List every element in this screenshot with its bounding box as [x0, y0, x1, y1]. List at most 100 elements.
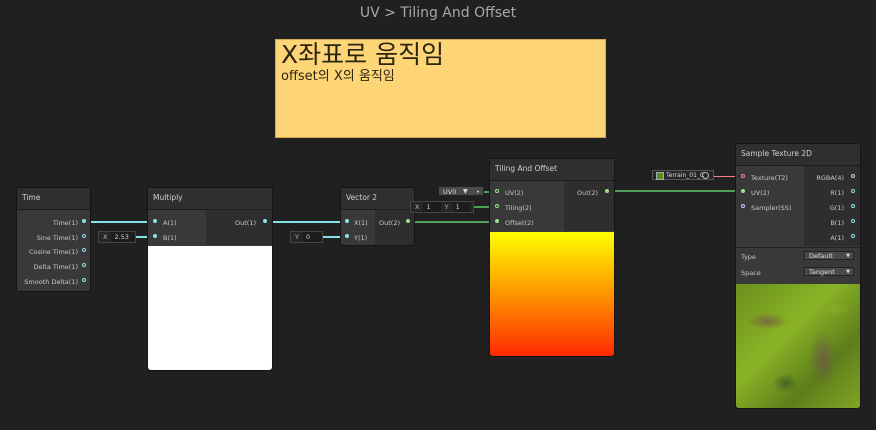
sticky-note[interactable]: X좌표로 움직임 offset의 X의 움직임 — [275, 39, 606, 138]
port-dot[interactable] — [851, 174, 855, 178]
wire-tiling-to-sample — [608, 190, 736, 192]
field-value[interactable]: 0 — [302, 232, 323, 242]
field-label: Y — [444, 203, 449, 211]
output-section — [375, 210, 414, 245]
port-dot[interactable] — [851, 234, 855, 238]
time-output-label: Sine Time(1) — [36, 234, 78, 242]
port-dot[interactable] — [153, 234, 157, 238]
port-dot[interactable] — [851, 204, 855, 208]
space-dropdown[interactable]: Tangent ▼ — [804, 267, 854, 276]
port-dot[interactable] — [851, 219, 855, 223]
port-dot[interactable] — [82, 278, 86, 282]
wire-time-to-multiply — [86, 221, 148, 223]
wire-tiling-field — [474, 206, 490, 208]
dropdown-value: Tangent — [809, 268, 835, 276]
target-icon[interactable] — [702, 172, 709, 179]
time-output-label: Cosine Time(1) — [28, 248, 78, 256]
multiply-node[interactable]: Multiply A(1) B(1) Out(1) — [148, 188, 272, 370]
dot-icon: • — [476, 188, 480, 196]
port-dot[interactable] — [153, 219, 157, 223]
field-label: X — [415, 203, 420, 211]
preview-image — [148, 246, 272, 370]
time-node[interactable]: Time Time(1) Sine Time(1) Cosine Time(1)… — [17, 188, 90, 291]
space-label: Space — [741, 269, 761, 277]
port-dot[interactable] — [345, 219, 349, 223]
tiling-and-offset-node[interactable]: Tiling And Offset UV(2) Tiling(2) Offset… — [490, 159, 614, 356]
wire-multiply-to-vector2 — [266, 221, 341, 223]
tiling-input-uv: UV(2) — [505, 189, 524, 197]
node-title[interactable]: Multiply — [148, 188, 272, 210]
port-dot[interactable] — [345, 234, 349, 238]
tiling-input-offset: Offset(2) — [505, 219, 534, 227]
field-value[interactable]: 2.53 — [111, 232, 135, 242]
multiply-input-b: B(1) — [163, 234, 177, 242]
sample-input-texture: Texture(T2) — [751, 174, 788, 182]
type-label: Type — [741, 253, 756, 261]
node-title[interactable]: Tiling And Offset — [490, 159, 614, 181]
port-dot[interactable] — [495, 219, 499, 223]
field-label: Y — [295, 233, 299, 241]
port-dot[interactable] — [495, 189, 499, 193]
chevron-down-icon: ▼ — [463, 188, 468, 195]
port-dot[interactable] — [495, 204, 499, 208]
sample-output-a: A(1) — [830, 234, 844, 242]
port-dot[interactable] — [741, 189, 745, 193]
field-value[interactable]: 1 — [423, 202, 441, 212]
wire-texture-field — [714, 176, 736, 177]
sample-input-sampler: Sampler(SS) — [751, 204, 792, 212]
time-output-label: Smooth Delta(1) — [24, 278, 78, 286]
vector2-input-y: Y(1) — [354, 234, 368, 242]
preview-image — [490, 232, 614, 356]
time-output-label: Time(1) — [52, 219, 78, 227]
node-title[interactable]: Sample Texture 2D — [736, 144, 860, 166]
tiling-input-tiling: Tiling(2) — [505, 204, 532, 212]
port-dot[interactable] — [406, 219, 410, 223]
sample-texture-2d-node[interactable]: Sample Texture 2D Texture(T2) UV(2) Samp… — [736, 144, 860, 408]
port-dot[interactable] — [741, 204, 745, 208]
sample-output-rgba: RGBA(4) — [816, 174, 844, 182]
wire-vector2-to-offset — [408, 221, 490, 223]
node-title[interactable]: Time — [17, 188, 90, 210]
vector2-y-field[interactable]: Y0 — [290, 231, 324, 243]
sample-input-uv: UV(2) — [751, 189, 770, 197]
sticky-note-title[interactable]: X좌표로 움직임 — [281, 40, 600, 70]
field-value[interactable]: 1 — [452, 202, 470, 212]
multiply-input-a: A(1) — [163, 219, 177, 227]
uv-channel-dropdown[interactable]: UV0 ▼ • — [438, 186, 484, 196]
preview-image — [736, 284, 860, 408]
vector2-node[interactable]: Vector 2 X(1) Y(1) Out(2) — [341, 188, 414, 245]
chevron-down-icon: ▼ — [846, 269, 850, 275]
node-title[interactable]: Vector 2 — [341, 188, 414, 210]
sample-output-b: B(1) — [830, 219, 844, 227]
vector2-output: Out(2) — [379, 219, 400, 227]
tiling-output: Out(2) — [577, 189, 598, 197]
breadcrumb: UV > Tiling And Offset — [359, 5, 517, 21]
port-dot[interactable] — [851, 189, 855, 193]
sample-output-r: R(1) — [830, 189, 844, 197]
texture-swatch-icon — [656, 172, 664, 180]
output-section — [206, 210, 272, 245]
port-dot[interactable] — [82, 234, 86, 238]
field-label: X — [103, 233, 108, 241]
tiling-field[interactable]: X1Y1 — [410, 201, 474, 213]
settings-divider — [736, 247, 860, 248]
wire-yfield — [321, 236, 341, 238]
port-dot[interactable] — [82, 219, 86, 223]
port-dot[interactable] — [82, 248, 86, 252]
dropdown-value: UV0 — [443, 188, 457, 196]
time-output-label: Delta Time(1) — [33, 263, 78, 271]
port-dot[interactable] — [605, 189, 609, 193]
chevron-down-icon: ▼ — [846, 253, 850, 259]
sticky-note-body[interactable]: offset의 X의 움직임 — [281, 69, 600, 85]
multiply-output: Out(1) — [235, 219, 256, 227]
multiply-b-field[interactable]: X 2.53 — [98, 231, 136, 243]
type-dropdown[interactable]: Default ▼ — [804, 251, 854, 260]
vector2-input-x: X(1) — [354, 219, 368, 227]
texture-name: Terrain_01_C — [666, 172, 705, 179]
texture-object-field[interactable]: Terrain_01_C — [652, 170, 714, 180]
port-dot[interactable] — [263, 219, 267, 223]
sample-output-g: G(1) — [829, 204, 844, 212]
port-dot[interactable] — [741, 174, 745, 178]
dropdown-value: Default — [809, 252, 833, 260]
port-dot[interactable] — [82, 263, 86, 267]
